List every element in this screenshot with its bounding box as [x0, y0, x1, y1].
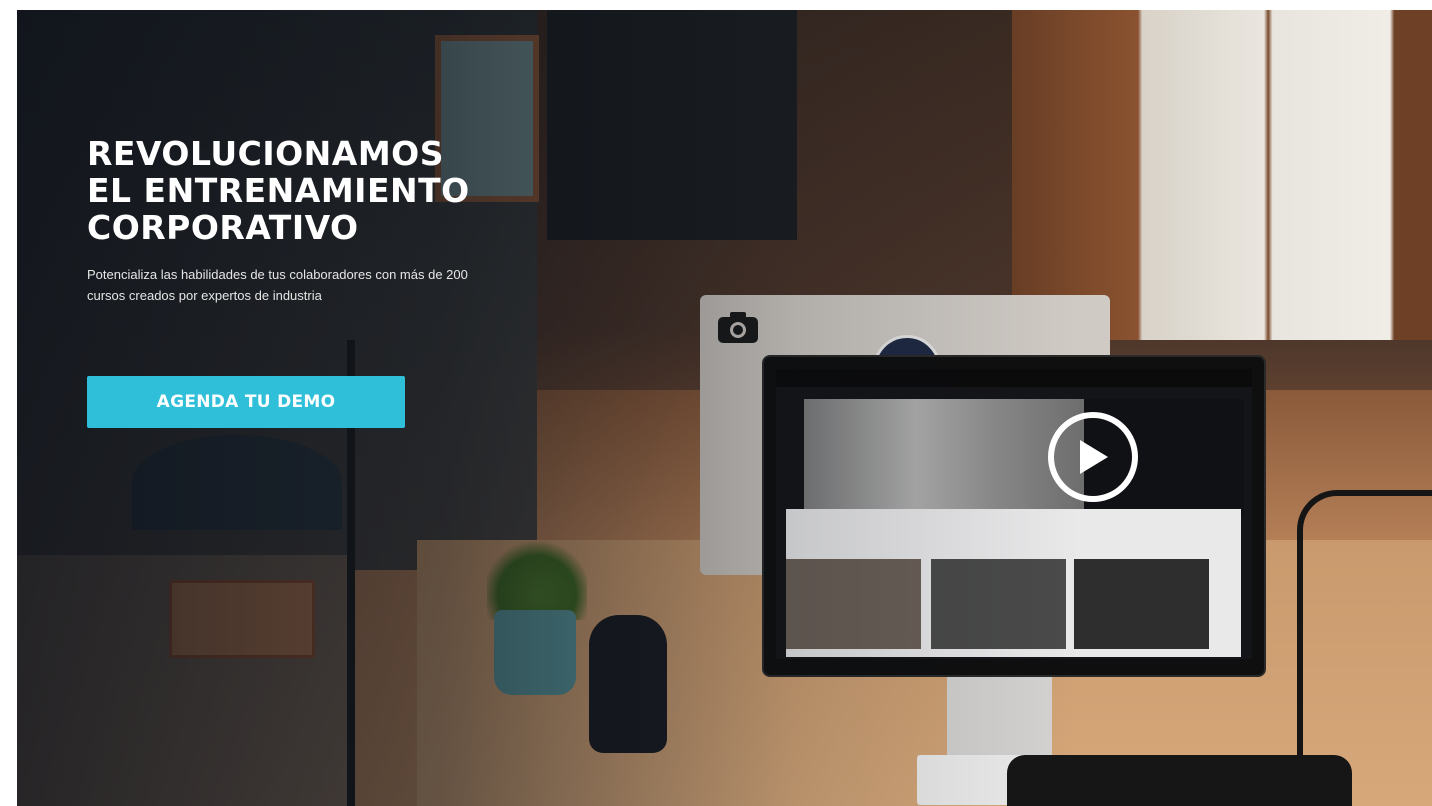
hero-content: REVOLUCIONAMOS EL ENTRENAMIENTO CORPORAT…	[87, 135, 547, 306]
hero-subtext: Potencializa las habilidades de tus cola…	[87, 267, 468, 303]
headline-line: REVOLUCIONAMOS	[87, 134, 444, 173]
hero-headline: REVOLUCIONAMOS EL ENTRENAMIENTO CORPORAT…	[87, 135, 547, 246]
headline-line: CORPORATIVO	[87, 208, 359, 247]
headline-line: EL ENTRENAMIENTO	[87, 171, 470, 210]
play-icon[interactable]	[1080, 440, 1108, 474]
schedule-demo-button[interactable]: AGENDA TU DEMO	[87, 376, 405, 428]
